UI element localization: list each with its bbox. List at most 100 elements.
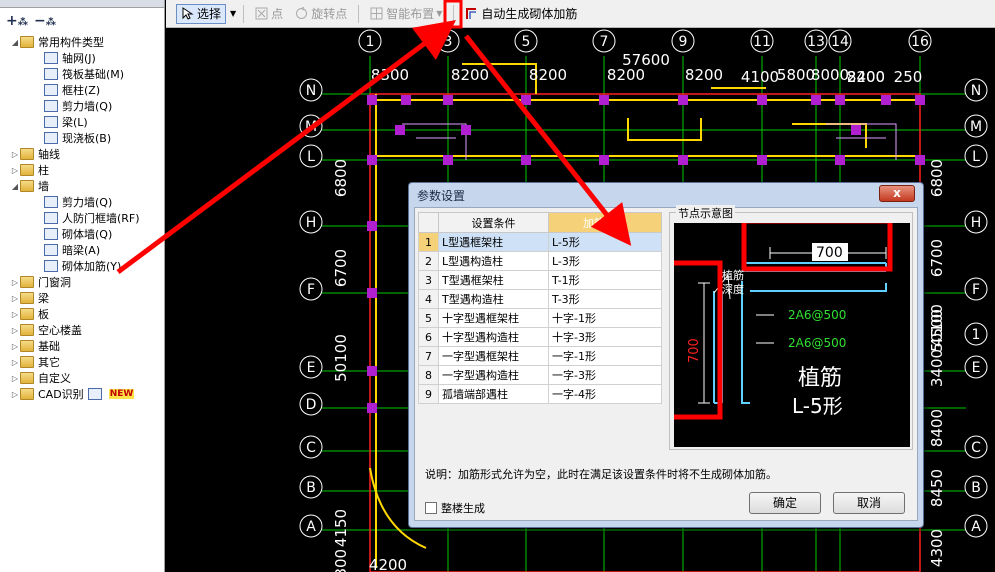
column-marker (367, 155, 377, 165)
select-button[interactable]: 选择 (176, 3, 227, 24)
condition-cell: T型遇框架柱 (438, 270, 549, 290)
expand-arrow-icon[interactable]: ▷ (10, 374, 20, 383)
table-row[interactable]: 8 一字型遇构造柱 一字-3形 (418, 365, 662, 385)
expand-arrow-icon[interactable]: ▷ (10, 310, 20, 319)
rebar-form-cell[interactable]: 一字-4形 (548, 384, 662, 404)
axis-label: L (307, 149, 315, 165)
rebar-form-cell[interactable]: 一字-1形 (548, 346, 662, 366)
tree-item[interactable]: 剪力墙(Q) (0, 194, 164, 210)
rebar-form-cell[interactable]: L-5形 (548, 232, 662, 252)
collapse-all-icon[interactable]: −⁂ (34, 13, 56, 29)
expand-arrow-icon[interactable]: ▷ (10, 358, 20, 367)
rotate-point-button[interactable]: 旋转点 (291, 4, 351, 24)
expand-arrow-icon[interactable]: ▷ (10, 278, 20, 287)
column-marker (835, 95, 845, 105)
expand-arrow-icon[interactable]: ▷ (10, 326, 20, 335)
dimension-text: 50100 (332, 334, 350, 382)
auto-generate-masonry-rebar-button[interactable]: 自动生成砌体加筋 (461, 4, 581, 24)
point-icon (255, 7, 268, 20)
tree-item[interactable]: 砌体加筋(Y) (0, 258, 164, 274)
tree-folder[interactable]: ▷ 梁 (0, 290, 164, 306)
dimension-text: 4200 (369, 556, 407, 572)
tree-item[interactable]: 砌体墙(Q) (0, 226, 164, 242)
dimension-text: 2400 (847, 68, 885, 86)
tree-folder[interactable]: ◢ 墙 (0, 178, 164, 194)
collapse-arrow-icon[interactable]: ◢ (10, 38, 20, 47)
tree-folder[interactable]: ▷ 板 (0, 306, 164, 322)
component-icon (44, 116, 58, 128)
table-row[interactable]: 1 L型遇框架柱 L-5形 (418, 232, 662, 252)
column-marker (915, 95, 925, 105)
rebar-form-cell[interactable]: L-3形 (548, 251, 662, 271)
node-diagram: 700 700 植筋 深度 2A6@500 2A6@500 植筋 L-5形 (665, 218, 910, 447)
rebar-form-cell[interactable]: T-3形 (548, 289, 662, 309)
table-row[interactable]: 2 L型遇构造柱 L-3形 (418, 251, 662, 271)
close-button[interactable]: x (879, 185, 915, 202)
tree-item[interactable]: 剪力墙(Q) (0, 98, 164, 114)
expand-arrow-icon[interactable]: ▷ (10, 166, 20, 175)
expand-arrow-icon[interactable]: ▷ (10, 150, 20, 159)
toolbar-separator (453, 4, 455, 23)
rebar-form-cell[interactable]: 十字-3形 (548, 327, 662, 347)
tree-folder[interactable]: ▷ 门窗洞 (0, 274, 164, 290)
component-icon (44, 260, 58, 272)
folder-icon (20, 324, 34, 336)
tree-item[interactable]: 现浇板(B) (0, 130, 164, 146)
column-marker (401, 95, 411, 105)
new-badge: NEW (108, 389, 135, 399)
tree-folder[interactable]: ▷ 基础 (0, 338, 164, 354)
table-row[interactable]: 6 十字型遇构造柱 十字-3形 (418, 327, 662, 347)
length-left-text: 700 (687, 338, 702, 363)
rebar-form-cell[interactable]: 十字-1形 (548, 308, 662, 328)
rebar-form-cell[interactable]: T-1形 (548, 270, 662, 290)
tree-item[interactable]: 筏板基础(M) (0, 66, 164, 82)
dimension-text: 8450 (928, 469, 946, 507)
tree-folder[interactable]: ▷ CAD识别 NEW (0, 386, 164, 402)
dimension-text: 8200 (607, 66, 645, 84)
expand-arrow-icon[interactable]: ▷ (10, 294, 20, 303)
collapse-arrow-icon[interactable]: ◢ (10, 182, 20, 191)
row-number: 8 (418, 365, 439, 385)
tree-folder[interactable]: ▷ 自定义 (0, 370, 164, 386)
column-marker (757, 155, 767, 165)
point-button[interactable]: 点 (251, 4, 287, 24)
row-number: 3 (418, 270, 439, 290)
whole-building-checkbox[interactable]: 整楼生成 (425, 500, 485, 516)
tree-folder[interactable]: ▷ 其它 (0, 354, 164, 370)
tree-item[interactable]: 轴网(J) (0, 50, 164, 66)
tree-item[interactable]: 人防门框墙(RF) (0, 210, 164, 226)
table-row[interactable]: 5 十字型遇框架柱 十字-1形 (418, 308, 662, 328)
table-row[interactable]: 4 T型遇构造柱 T-3形 (418, 289, 662, 309)
axis-label: D (306, 397, 317, 413)
tree-item-label: 人防门框墙(RF) (62, 212, 140, 225)
component-icon (44, 132, 58, 144)
tree-item[interactable]: 框柱(Z) (0, 82, 164, 98)
rebar-form-cell[interactable]: 一字-3形 (548, 365, 662, 385)
column-marker (395, 125, 405, 135)
folder-icon (20, 276, 34, 288)
ok-button[interactable]: 确定 (749, 492, 821, 514)
expand-all-icon[interactable]: +⁂ (6, 13, 28, 29)
tree-folder[interactable]: ▷ 轴线 (0, 146, 164, 162)
folder-icon (20, 292, 34, 304)
condition-cell: 一字型遇构造柱 (438, 365, 549, 385)
column-marker (461, 125, 471, 135)
select-dropdown-icon[interactable]: ▼ (230, 9, 236, 18)
tree-item[interactable]: 梁(L) (0, 114, 164, 130)
table-row[interactable]: 9 孤墙端部遇柱 一字-4形 (418, 384, 662, 404)
tree-item[interactable]: 暗梁(A) (0, 242, 164, 258)
table-row[interactable]: 3 T型遇框架柱 T-1形 (418, 270, 662, 290)
select-label: 选择 (197, 7, 222, 21)
column-marker (599, 95, 609, 105)
tree-folder[interactable]: ▷ 柱 (0, 162, 164, 178)
smart-layout-button[interactable]: 智能布置 ▼ (366, 4, 446, 24)
tree-item-label: 基础 (38, 340, 60, 353)
tree-folder[interactable]: ▷ 空心楼盖 (0, 322, 164, 338)
expand-arrow-icon[interactable]: ▷ (10, 390, 20, 399)
table-row[interactable]: 7 一字型遇框架柱 一字-1形 (418, 346, 662, 366)
cancel-button[interactable]: 取消 (833, 492, 905, 514)
checkbox-box[interactable] (425, 502, 437, 514)
tree-folder[interactable]: ◢ 常用构件类型 (0, 34, 164, 50)
expand-arrow-icon[interactable]: ▷ (10, 342, 20, 351)
axis-label: B (306, 480, 316, 496)
